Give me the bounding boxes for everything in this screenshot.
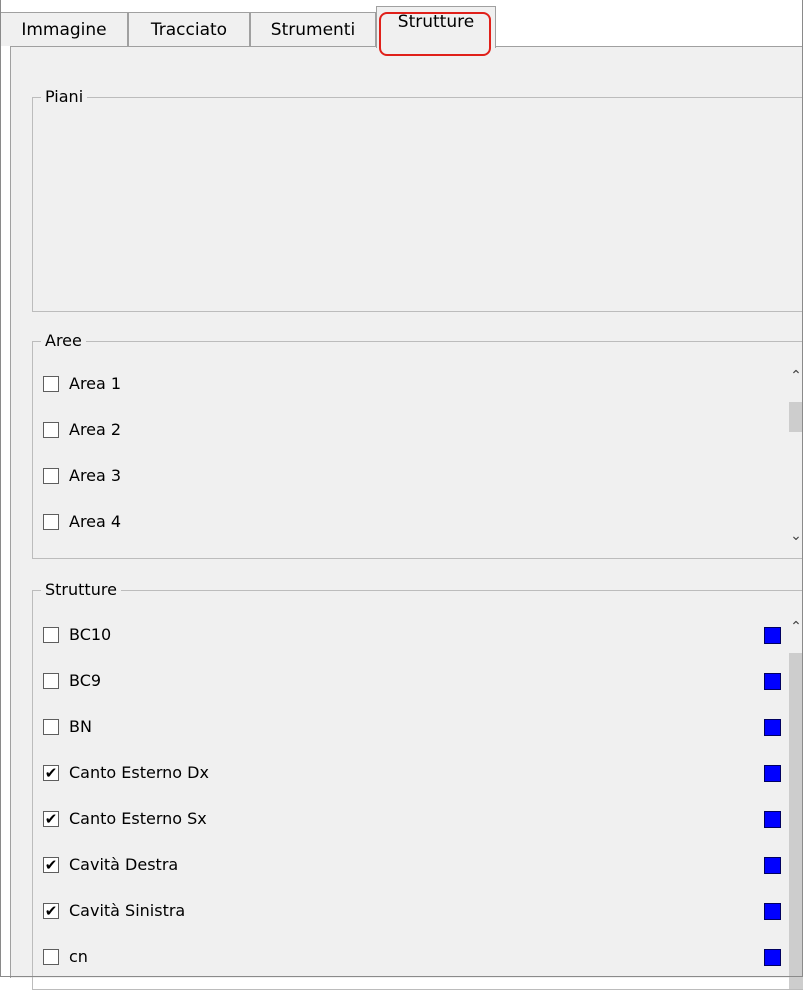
window-border	[0, 0, 803, 977]
tab-strutture[interactable]: Strutture	[376, 6, 496, 48]
